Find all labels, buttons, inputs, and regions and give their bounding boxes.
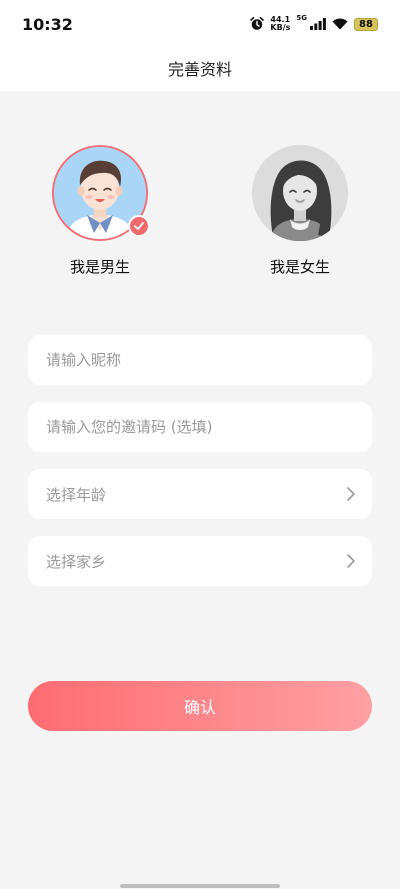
chevron-right-icon xyxy=(347,554,355,568)
network-speed-unit: KB/s xyxy=(270,23,291,32)
battery-indicator: 88 xyxy=(354,17,378,31)
age-selector-label: 选择年龄 xyxy=(46,485,107,504)
chevron-right-icon xyxy=(347,487,355,501)
header: 10:32 44.1 KB/s 5G 88 完善资料 xyxy=(0,0,400,91)
female-avatar[interactable] xyxy=(252,145,348,241)
wifi-icon xyxy=(332,18,348,30)
network-type: 5G xyxy=(296,14,307,22)
female-avatar-illustration xyxy=(252,145,348,241)
female-option[interactable] xyxy=(252,145,348,241)
selected-check-icon xyxy=(128,215,150,237)
page-title: 完善资料 xyxy=(167,60,232,79)
hometown-selector-label: 选择家乡 xyxy=(46,552,107,571)
status-bar: 10:32 44.1 KB/s 5G 88 xyxy=(0,0,400,48)
alarm-icon xyxy=(250,17,265,30)
female-label[interactable]: 我是女生 xyxy=(240,256,360,277)
status-time: 10:32 xyxy=(22,15,73,34)
age-selector[interactable]: 选择年龄 xyxy=(28,469,372,519)
nickname-input[interactable] xyxy=(46,351,336,369)
network-speed: 44.1 KB/s xyxy=(270,16,290,32)
male-label[interactable]: 我是男生 xyxy=(40,256,160,277)
male-option[interactable] xyxy=(52,145,150,241)
signal-icon xyxy=(310,18,326,30)
status-icons: 44.1 KB/s 5G 88 xyxy=(250,14,378,34)
hometown-selector[interactable]: 选择家乡 xyxy=(28,536,372,586)
invite-code-field[interactable] xyxy=(28,402,372,452)
home-indicator[interactable] xyxy=(120,884,280,888)
invite-code-input[interactable] xyxy=(46,418,336,436)
confirm-button[interactable]: 确认 xyxy=(28,681,372,731)
nickname-field[interactable] xyxy=(28,335,372,385)
